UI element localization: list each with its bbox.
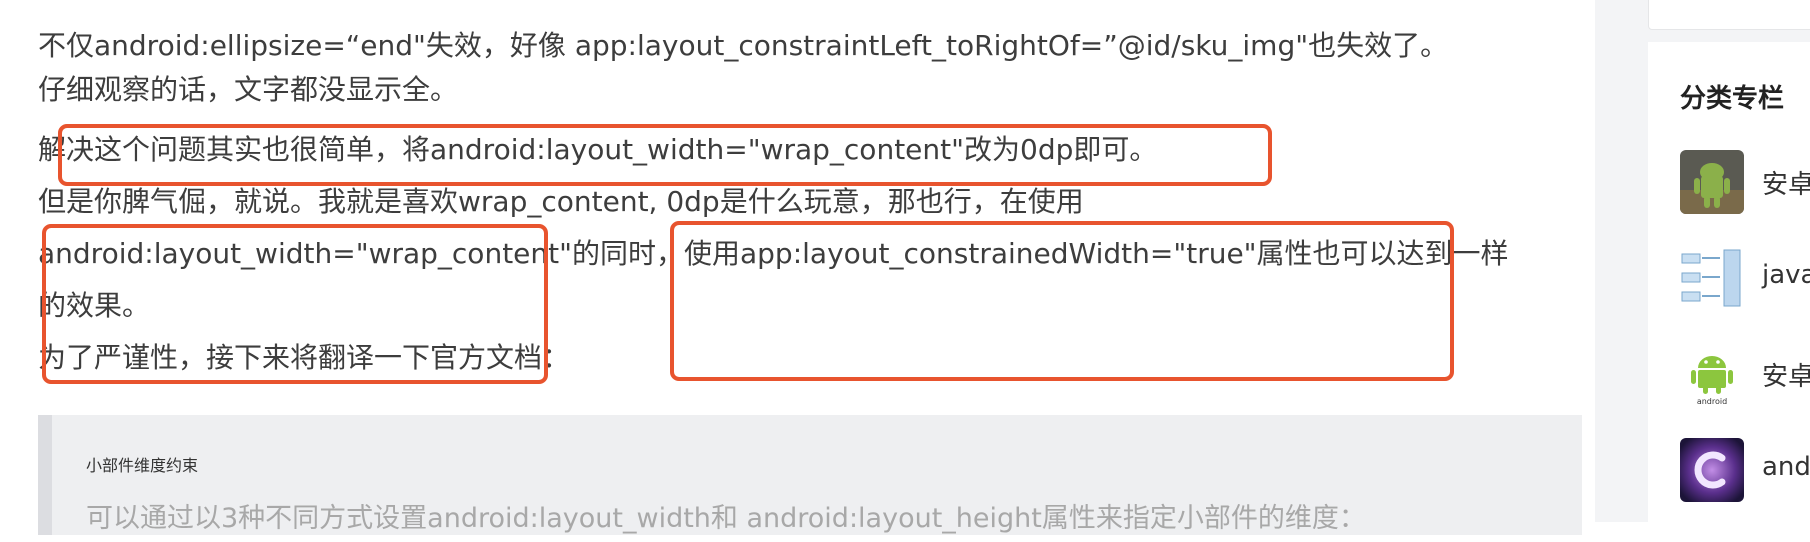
android-robot-photo-icon	[1680, 150, 1744, 214]
diagram-thumbnail-icon	[1680, 246, 1744, 310]
category-label: andr	[1762, 452, 1810, 482]
category-item-android-1[interactable]: 安卓	[1680, 150, 1810, 216]
category-item-android-3[interactable]: andr	[1680, 438, 1810, 504]
sidebar-search-box[interactable]	[1648, 0, 1810, 30]
category-title: 分类专栏	[1680, 84, 1785, 114]
android-logo-icon: android	[1680, 342, 1744, 406]
galaxy-c-icon	[1680, 438, 1744, 502]
article-line-2: 仔细观察的话，文字都没显示全。	[38, 73, 459, 106]
highlight-box-constrained-width	[670, 221, 1454, 381]
category-label: 安卓	[1762, 362, 1810, 392]
svg-text:android: android	[1697, 397, 1727, 406]
highlight-box-wrap-content	[42, 224, 548, 384]
category-label: java	[1762, 260, 1810, 290]
blockquote-title: 小部件维度约束	[86, 456, 199, 475]
category-item-android-2[interactable]: android 安卓	[1680, 342, 1810, 408]
category-label: 安卓	[1762, 170, 1810, 200]
column-gutter	[1595, 0, 1628, 522]
highlight-box-solution	[58, 124, 1272, 186]
blockquote-line: 可以通过以3种不同方式设置android:layout_width和 andro…	[86, 503, 1366, 534]
category-item-java[interactable]: java	[1680, 246, 1810, 312]
article-content: 不仅android:ellipsize=“end"失效，好像 app:layou…	[0, 0, 1595, 535]
sidebar: 分类专栏 安卓 java android 安卓 and	[1628, 0, 1810, 542]
